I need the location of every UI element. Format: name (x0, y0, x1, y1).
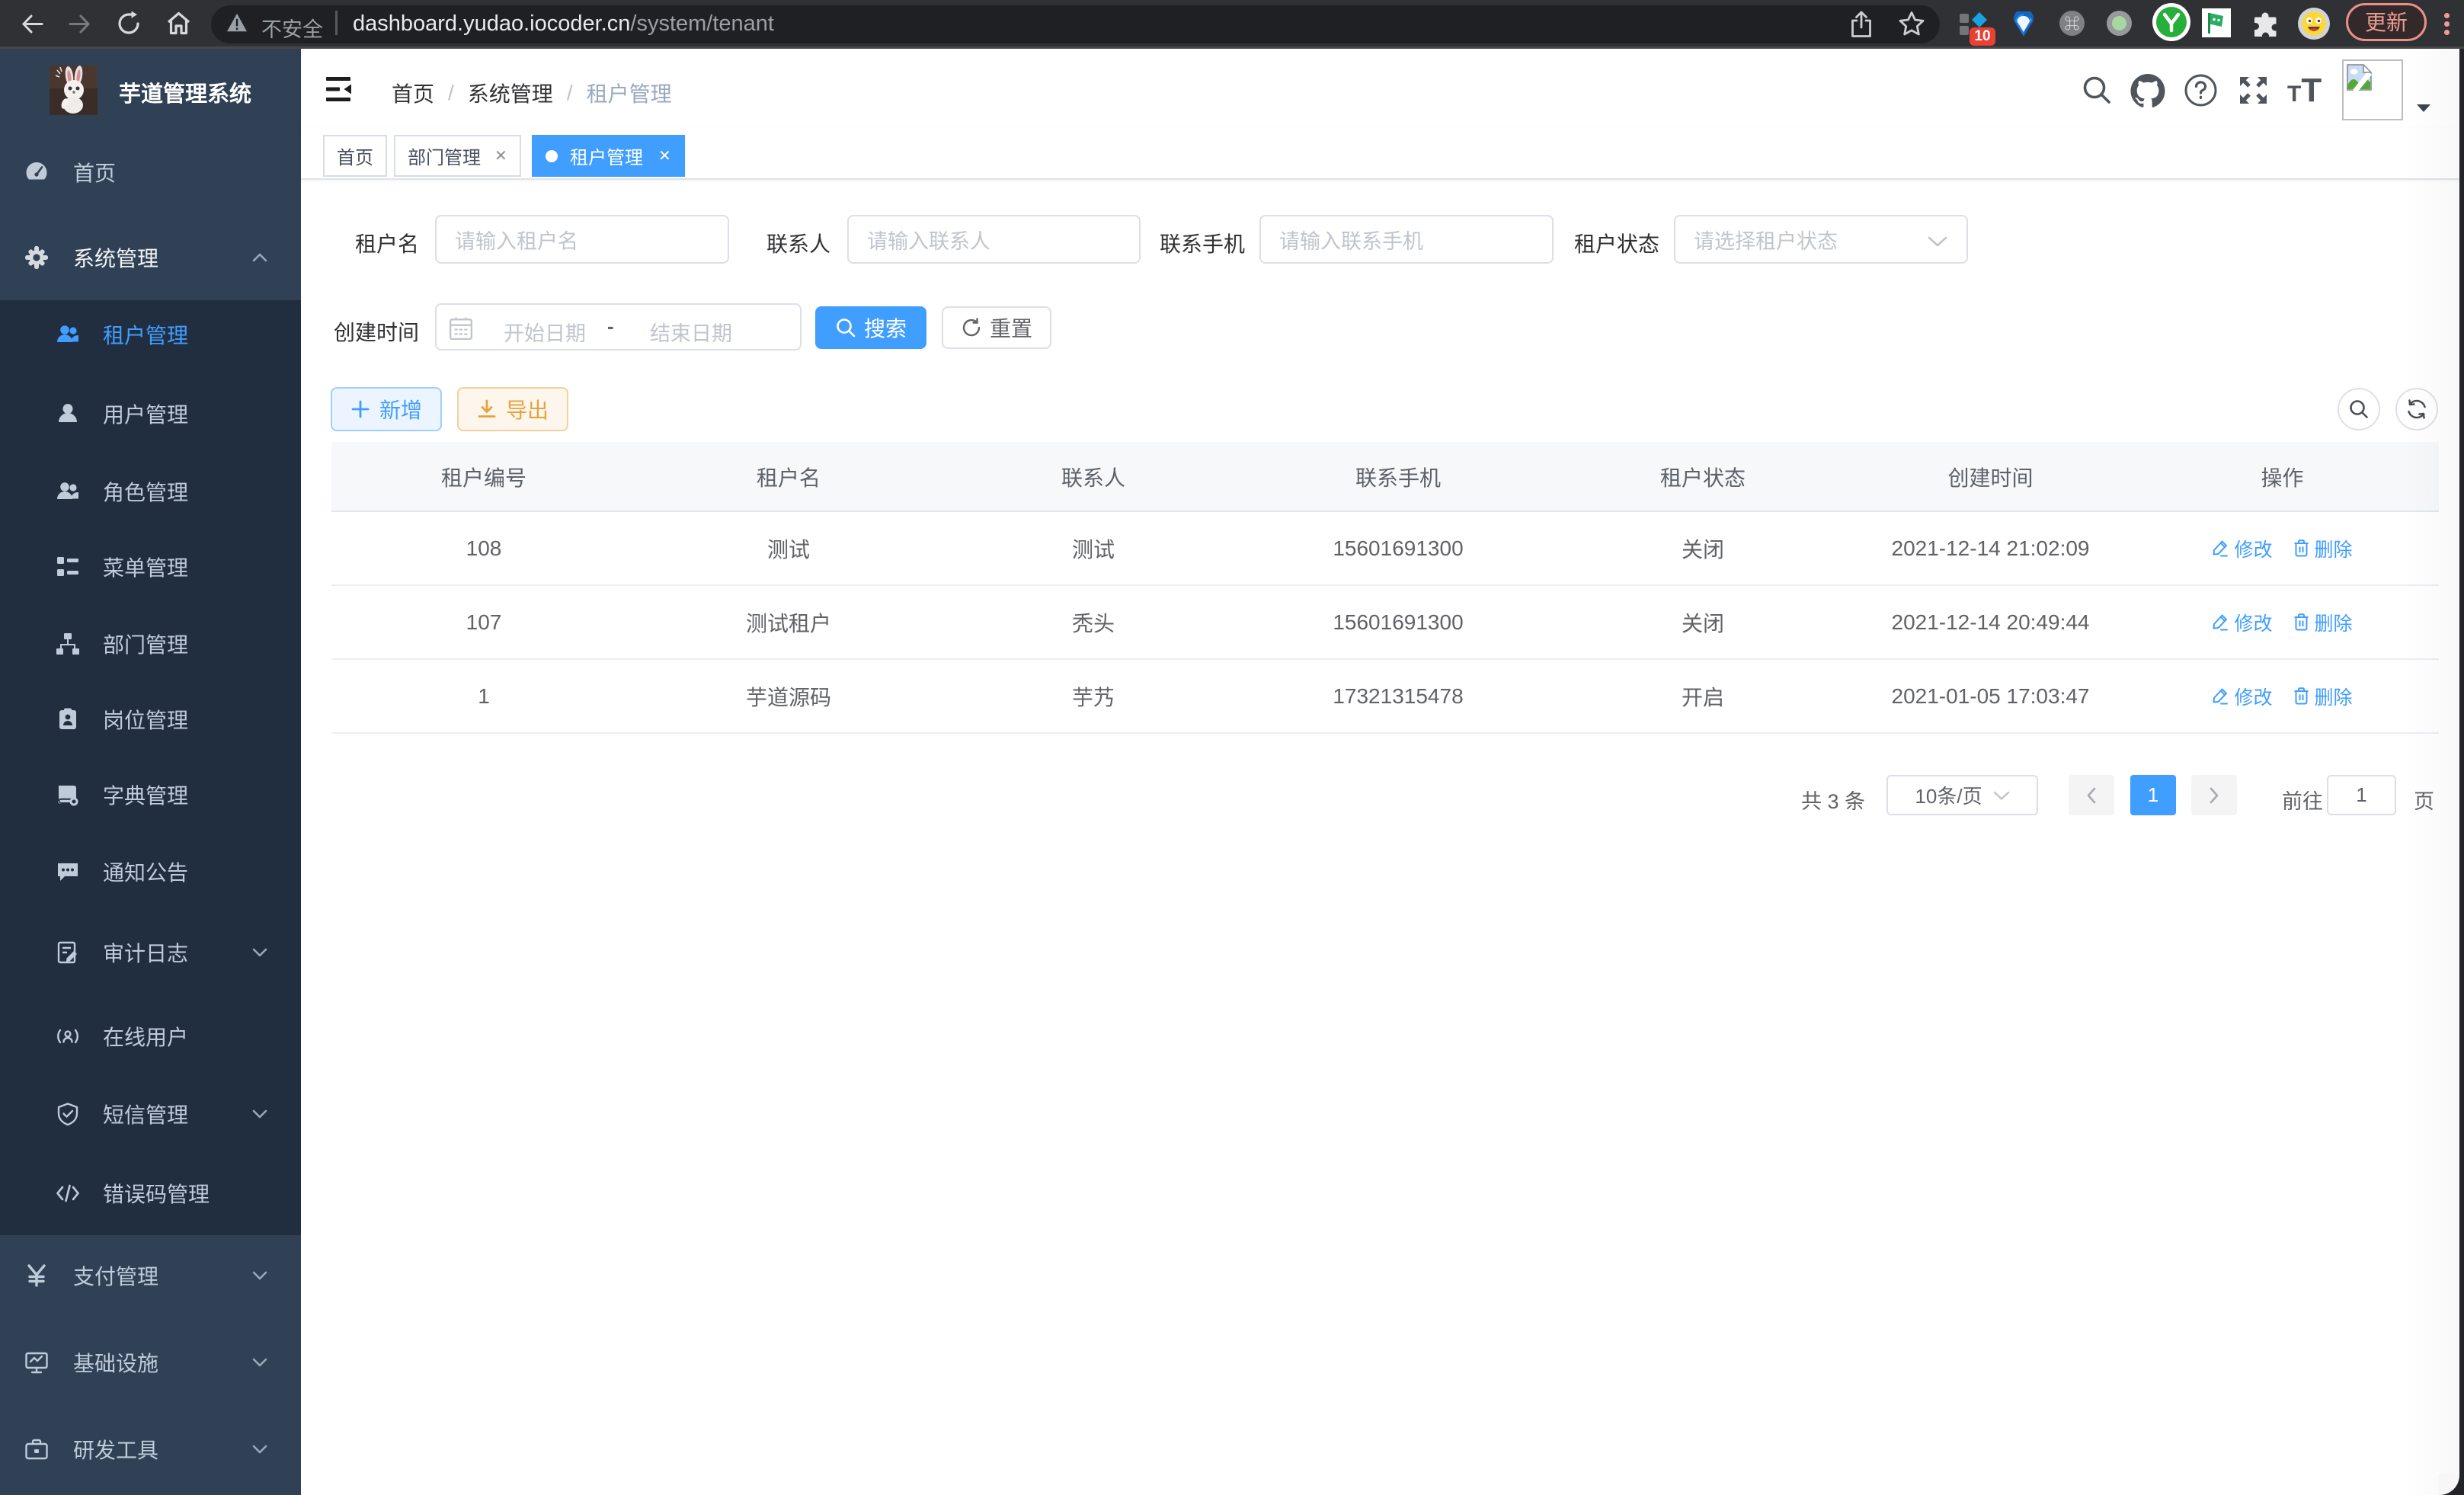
svg-text:⌘: ⌘ (2065, 16, 2080, 33)
